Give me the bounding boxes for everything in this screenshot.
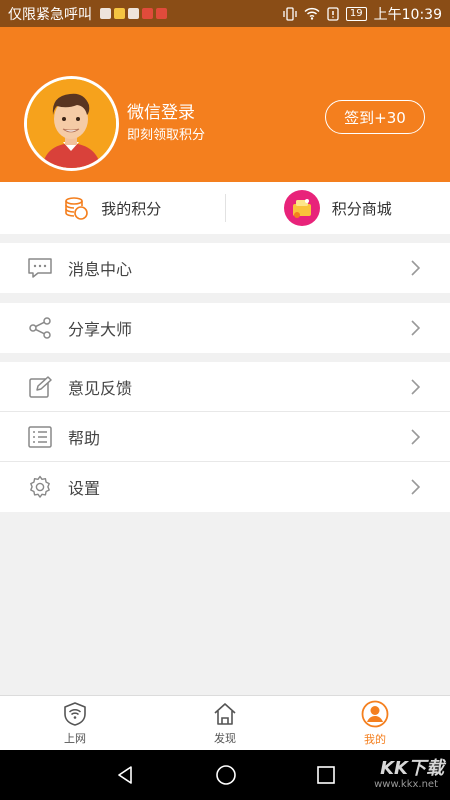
edit-icon bbox=[27, 374, 53, 400]
chevron-right-icon bbox=[411, 479, 420, 495]
sim-alert-icon bbox=[327, 6, 339, 21]
menu-item-messages[interactable]: 消息中心 bbox=[0, 243, 450, 293]
menu-label-help: 帮助 bbox=[68, 429, 101, 448]
home-icon bbox=[214, 702, 236, 725]
watermark-logo: KK下载 bbox=[380, 758, 444, 779]
my-points-label: 我的积分 bbox=[101, 199, 162, 218]
watermark-url: www.kkx.net bbox=[374, 779, 438, 790]
avatar-person-icon bbox=[27, 79, 116, 168]
menu-label-messages: 消息中心 bbox=[68, 260, 133, 279]
tab-discover[interactable]: 发现 bbox=[150, 696, 300, 750]
share-icon bbox=[27, 315, 53, 341]
tab-label-internet: 上网 bbox=[64, 731, 86, 745]
tab-label-mine: 我的 bbox=[364, 732, 386, 746]
chevron-right-icon bbox=[411, 379, 420, 395]
back-icon[interactable] bbox=[114, 764, 136, 786]
tab-label-discover: 发现 bbox=[214, 731, 236, 745]
home-circle-icon[interactable] bbox=[215, 764, 237, 786]
points-mall-item[interactable]: 积分商城 bbox=[226, 182, 450, 234]
list-icon bbox=[27, 424, 53, 450]
wechat-login-title[interactable]: 微信登录 bbox=[127, 98, 195, 123]
status-bar: 仅限紧急呼叫 19 上午10:39 bbox=[0, 0, 450, 27]
alert-icon bbox=[114, 8, 125, 19]
profile-header: 微信登录 即刻领取积分 签到+30 bbox=[0, 27, 450, 182]
chevron-right-icon bbox=[411, 260, 420, 276]
bottom-tab-bar: 上网 发现 我的 bbox=[0, 695, 450, 750]
avatar[interactable] bbox=[24, 76, 119, 171]
menu-label-share: 分享大师 bbox=[68, 320, 133, 339]
vibrate-icon bbox=[283, 6, 297, 21]
tab-mine[interactable]: 我的 bbox=[300, 696, 450, 750]
menu-label-settings: 设置 bbox=[68, 479, 101, 498]
message-icon bbox=[27, 255, 53, 281]
menu-item-feedback[interactable]: 意见反馈 bbox=[0, 362, 450, 412]
points-bar: 我的积分 积分商城 bbox=[0, 182, 450, 234]
wifi-icon bbox=[304, 7, 320, 20]
wifi-shield-icon bbox=[64, 701, 86, 726]
battery-icon: 19 bbox=[345, 6, 367, 21]
notification-icon bbox=[100, 8, 111, 19]
menu-item-help[interactable]: 帮助 bbox=[0, 412, 450, 462]
points-mall-label: 积分商城 bbox=[331, 199, 392, 218]
emergency-call-text: 仅限紧急呼叫 bbox=[8, 6, 92, 23]
chevron-right-icon bbox=[411, 320, 420, 336]
shop-icon bbox=[283, 190, 320, 226]
login-subtitle: 即刻领取积分 bbox=[127, 128, 206, 143]
gear-icon bbox=[27, 474, 53, 500]
status-time: 上午10:39 bbox=[373, 6, 442, 23]
menu-item-settings[interactable]: 设置 bbox=[0, 462, 450, 512]
recents-square-icon[interactable] bbox=[316, 765, 336, 785]
huawei-icon bbox=[156, 8, 167, 19]
mail-icon bbox=[128, 8, 139, 19]
menu-label-feedback: 意见反馈 bbox=[68, 379, 133, 398]
menu-item-share[interactable]: 分享大师 bbox=[0, 303, 450, 353]
my-points-item[interactable]: 我的积分 bbox=[0, 182, 225, 234]
user-icon bbox=[361, 700, 389, 727]
checkin-button[interactable]: 签到+30 bbox=[325, 100, 425, 134]
coins-icon bbox=[65, 197, 89, 220]
chevron-right-icon bbox=[411, 429, 420, 445]
tab-internet[interactable]: 上网 bbox=[0, 696, 150, 750]
app-icon bbox=[142, 8, 153, 19]
